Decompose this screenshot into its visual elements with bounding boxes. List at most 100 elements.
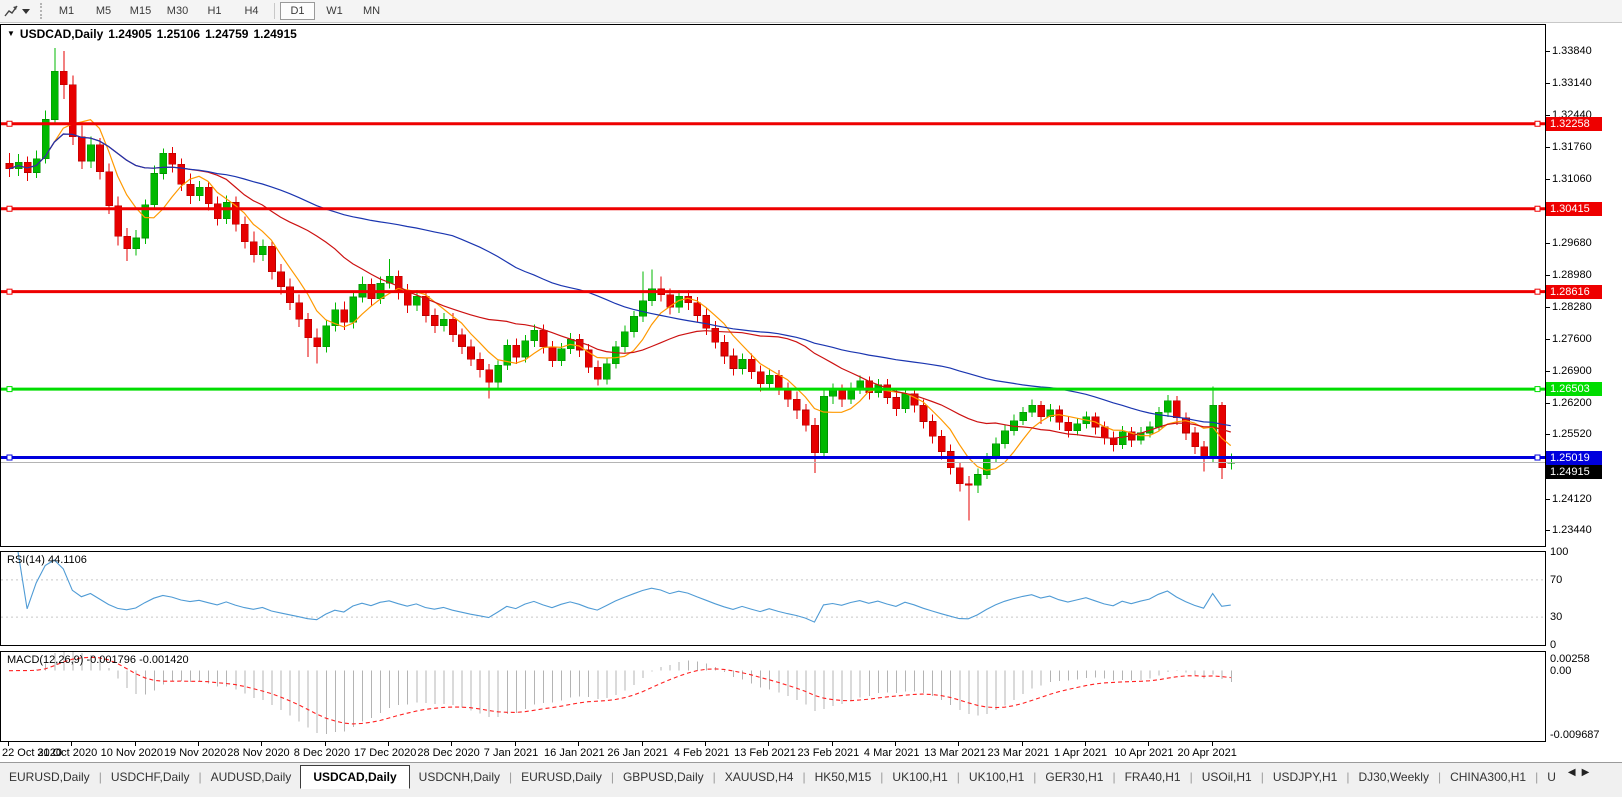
tab-eurusd-daily[interactable]: EURUSD,Daily [512,767,611,787]
timeframe-button-m5[interactable]: M5 [86,2,121,20]
candle [512,345,521,358]
price-tick-label: 1.28280 [1552,301,1592,314]
price-tick-label: 1.27600 [1552,332,1592,345]
ohlc-close: 1.24915 [253,27,297,41]
candle [485,369,493,383]
tab-audusd-daily[interactable]: AUDUSD,Daily [202,767,301,787]
tab-usdcnh-daily[interactable]: USDCNH,Daily [410,767,509,787]
ohlc-open: 1.24905 [108,27,152,41]
candle [412,295,421,306]
date-label: 31 Oct 2020 [37,747,98,759]
price-tick-label: 1.26200 [1552,397,1592,410]
candle [159,152,168,174]
candle [548,346,557,361]
support-line-1.26503[interactable] [1,386,1545,393]
date-axis[interactable]: 22 Oct 2020 31 Oct 2020 10 Nov 2020 19 Nov … [0,742,1546,762]
tab-fra40-h1[interactable]: FRA40,H1 [1116,767,1190,787]
macd-axis-label: 0.00 [1550,664,1572,677]
candle [747,358,756,373]
timeframe-button-w1[interactable]: W1 [317,2,352,20]
date-tick-mark [388,742,390,746]
tab-hk50-m15[interactable]: HK50,M15 [806,767,881,787]
tab-scroll-right-icon[interactable]: ▶ [1579,763,1593,782]
tab-scroll-left-icon[interactable]: ◀ [1565,763,1579,782]
candle [204,186,213,205]
main-chart-panel[interactable]: ▼ USDCAD,Daily 1.24905 1.25106 1.24759 1… [0,24,1546,547]
chart-cursor-icon[interactable] [3,3,21,19]
candle [168,152,177,165]
candle [403,291,412,306]
candle [114,205,122,237]
date-label: 16 Jan 2021 [544,747,605,759]
candle [1191,432,1199,448]
candlestick-chart[interactable] [1,25,1545,546]
tab-china300-h1[interactable]: CHINA300,H1 [1441,767,1535,787]
macd-axis-label: 0.00258 [1550,653,1590,665]
chart-tabs: EURUSD,Daily | USDCHF,Daily | AUDUSD,Daily US… [0,765,1565,789]
date-tick-mark [451,742,453,746]
tab-uk100-h1[interactable]: UK100,H1 [960,767,1033,787]
candle [829,389,837,397]
date-tick-mark [704,742,706,746]
date-tick-mark [958,742,960,746]
price-badge-1.30415: 1.30415 [1546,201,1602,216]
tab-eurusd-daily[interactable]: EURUSD,Daily [0,767,99,787]
tab-dj30-weekly[interactable]: DJ30,Weekly [1349,767,1437,787]
candle [729,355,738,369]
resistance-line-1.28616[interactable] [1,288,1545,295]
candle [983,458,991,475]
candle [901,393,910,409]
resistance-line-1.32258[interactable] [1,120,1545,127]
candle [286,286,294,303]
candle [304,318,312,338]
candle [928,421,937,437]
toolbar-grip[interactable] [40,3,42,19]
price-tick-label: 1.29680 [1552,236,1592,249]
rsi-panel[interactable]: RSI(14) 44.1106 [0,551,1546,646]
candle [467,346,475,360]
date-tick-mark [198,742,200,746]
macd-chart [8,652,1232,735]
price-tick-label: 1.31060 [1552,172,1592,185]
candle [693,302,702,316]
candle [946,451,955,468]
rsi-axis-label-100: 100 [1550,546,1569,558]
price-badge-1.28616: 1.28616 [1546,284,1602,299]
tab-u[interactable]: U [1538,767,1565,787]
chevron-down-icon[interactable] [22,8,30,14]
tab-xauusd-h4[interactable]: XAUUSD,H4 [716,767,803,787]
tab-usdcad-daily[interactable]: USDCAD,Daily [300,765,410,789]
candle [802,409,810,426]
timeframe-button-mn[interactable]: MN [354,2,389,20]
timeframe-button-h4[interactable]: H4 [234,2,269,20]
date-label: 19 Nov 2020 [163,747,227,759]
macd-panel[interactable]: MACD(12,26,9) -0.001796 -0.001420 [0,651,1546,742]
timeframe-button-d1[interactable]: D1 [280,2,315,20]
candle [639,300,647,317]
tab-usoil-h1[interactable]: USOil,H1 [1193,767,1261,787]
date-tick-mark [134,742,136,746]
timeframe-button-m1[interactable]: M1 [49,2,84,20]
timeframe-button-m30[interactable]: M30 [160,2,195,20]
axis-tick-mark [1546,338,1550,340]
tab-usdjpy-h1[interactable]: USDJPY,H1 [1264,767,1346,787]
date-label: 20 Apr 2021 [1177,747,1237,759]
tab-gbpusd-daily[interactable]: GBPUSD,Daily [614,767,713,787]
candle [1001,430,1009,444]
date-tick-mark [768,742,770,746]
candle [123,235,131,249]
tab-usdchf-daily[interactable]: USDCHF,Daily [102,767,199,787]
date-label: 10 Apr 2021 [1114,747,1174,759]
candle [521,340,530,358]
tab-ger30-h1[interactable]: GER30,H1 [1036,767,1112,787]
timeframe-button-m15[interactable]: M15 [123,2,158,20]
axis-tick-mark [1546,83,1550,85]
axis-tick-mark [1546,498,1550,500]
tab-uk100-h1[interactable]: UK100,H1 [883,767,956,787]
symbol-dropdown-icon[interactable]: ▼ [7,29,15,38]
axis-tick-mark [1546,274,1550,276]
axis-tick-mark [1546,50,1550,52]
timeframe-button-h1[interactable]: H1 [197,2,232,20]
support-line-1.25019[interactable] [1,454,1545,461]
candle [213,203,222,219]
